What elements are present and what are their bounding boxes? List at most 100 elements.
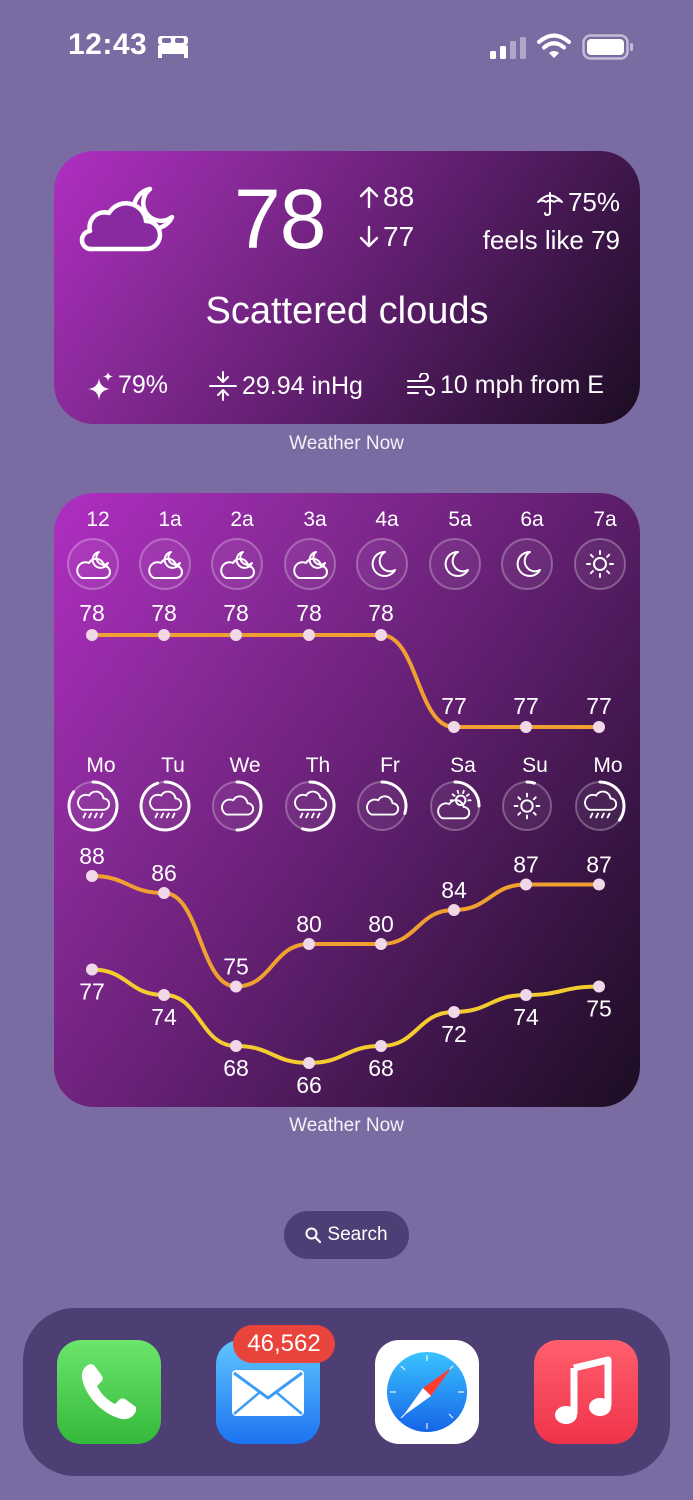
hour-icon-circle [356,538,408,590]
music-icon [534,1340,638,1444]
daily-low-point [593,980,605,993]
feels-like: feels like 79 [482,225,620,255]
arrow-down-icon [359,225,379,248]
safari-icon [375,1340,479,1444]
daily-low-label: 68 [368,1055,394,1081]
music-app[interactable] [534,1340,638,1444]
day-label: Sa [450,754,476,777]
daily-high-label: 88 [79,843,105,869]
humidity-stat: 79% [88,371,168,400]
daily-high-label: 84 [441,877,467,903]
phone-app[interactable] [57,1340,161,1444]
humidity-value: 79% [118,371,169,399]
status-time: 12:43 [68,28,148,61]
wind-icon [407,372,435,396]
daily-low-point [86,963,98,976]
partly-cloudy-night-icon [79,186,175,252]
daily-low-point [303,1057,315,1069]
day-label: Fr [380,754,400,777]
daily-high-label: 80 [368,911,394,937]
daily-low-label: 72 [441,1021,467,1047]
hourly-temp-point [375,629,387,641]
hour-label: 2a [230,508,254,531]
hourly-temp-label: 78 [296,600,322,626]
pressure-stat: 29.94 inHg [208,371,363,401]
status-bar: 12:43 [0,0,693,95]
forecast-widget[interactable]: 12 1a 2a 3a 4a 5a 6a 7a 78 78 78 78 78 77 77 77 Mo Tu We Th… [54,493,640,1107]
low-temperature: 77 [359,221,414,253]
hour-label: 6a [520,508,544,531]
safari-app[interactable] [375,1340,479,1444]
search-icon [305,1227,322,1243]
current-weather-widget[interactable]: 78 88 77 75% feels like 79 Scattered clo… [54,151,640,424]
hourly-temp-point [593,721,605,733]
battery-icon [582,34,633,60]
daily-high-point [593,878,605,891]
daily-high-label: 75 [223,954,249,980]
hourly-temp-label: 77 [586,693,612,719]
pressure-value: 29.94 inHg [242,371,363,400]
daily-low-label: 77 [79,979,105,1005]
daily-high-point [230,980,242,993]
high-temperature: 88 [359,181,414,213]
hour-icon-circle [574,538,626,590]
wind-stat: 10 mph from E [406,371,604,400]
day-label: Mo [593,754,622,777]
daily-low-label: 75 [586,996,612,1022]
daily-high-point [448,904,460,916]
hourly-temp-point [448,721,460,733]
day-label: Tu [161,754,185,777]
daily-low-point [520,989,532,1001]
hourly-temp-point [158,629,170,641]
hour-label: 1a [158,508,182,531]
daily-high-label: 80 [296,911,322,937]
low-temperature-value: 77 [383,221,415,252]
hour-label: 7a [593,508,617,531]
daily-high-label: 87 [586,852,612,878]
daily-high-point [375,938,387,950]
forecast-graph: 12 1a 2a 3a 4a 5a 6a 7a 78 78 78 78 78 77 77 77 Mo Tu We Th… [67,508,626,1098]
widget-label: Weather Now [289,1115,404,1136]
current-temperature: 78 [234,172,326,266]
hour-icon-circle [501,538,553,590]
daily-low-point [375,1040,387,1052]
daily-high-label: 87 [513,852,539,878]
daily-low-point [158,989,170,1001]
day-label: Mo [86,754,115,777]
precipitation-chance: 75% [536,187,620,218]
dock [23,1308,670,1476]
daily-high-point [86,870,98,882]
day-label: Th [306,754,331,777]
hourly-temp-point [86,629,98,641]
hourly-temp-label: 78 [151,600,177,626]
hour-label: 5a [448,508,472,531]
cellular-signal-icon [490,37,526,59]
condition-text: Scattered clouds [205,290,489,332]
daily-low-label: 68 [223,1055,249,1081]
daily-low-point [230,1040,242,1052]
arrow-up-icon [359,186,379,209]
pressure-icon [209,371,237,401]
search-button[interactable]: Search [284,1211,409,1259]
hourly-temp-label: 78 [368,600,394,626]
day-icon-circle [502,781,552,831]
hourly-temp-point [230,629,242,641]
high-temperature-value: 88 [383,181,415,212]
bed-icon [158,36,188,58]
hour-label: 4a [375,508,399,531]
daily-high-label: 86 [151,860,177,886]
umbrella-icon [536,191,563,216]
daily-high-point [520,878,532,891]
daily-high-point [158,887,170,899]
hourly-temp-label: 78 [79,600,105,626]
day-label: Su [522,754,548,777]
hourly-temp-label: 78 [223,600,249,626]
mail-badge: 46,562 [233,1325,335,1363]
hour-label: 3a [303,508,327,531]
hour-icon-circle [429,538,481,590]
precipitation-value: 75% [567,187,620,217]
widget-label: Weather Now [289,433,404,454]
hour-label: 12 [86,508,109,531]
hourly-temp-label: 77 [441,693,467,719]
daily-high-point [303,938,315,950]
